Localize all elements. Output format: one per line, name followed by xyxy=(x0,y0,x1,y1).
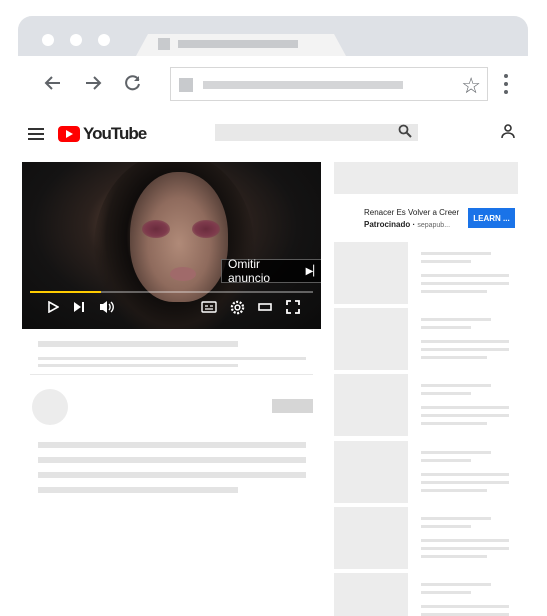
related-video-thumbnail[interactable] xyxy=(334,242,408,304)
fullscreen-icon[interactable] xyxy=(284,298,302,316)
related-video-text-placeholder xyxy=(421,517,491,520)
related-video-text-placeholder xyxy=(421,356,487,359)
address-bar[interactable]: ☆ xyxy=(170,67,488,101)
reload-button[interactable] xyxy=(122,72,144,94)
progress-fill xyxy=(30,291,101,293)
video-meta-placeholder xyxy=(38,357,306,360)
related-video-text-placeholder xyxy=(421,414,509,417)
sidebar-ad-banner[interactable] xyxy=(334,162,518,194)
tab-title-placeholder xyxy=(178,40,298,48)
subscribe-button-placeholder[interactable] xyxy=(272,399,313,413)
play-icon[interactable] xyxy=(44,298,62,316)
browser-toolbar: ☆ xyxy=(18,56,528,114)
window-minimize-dot[interactable] xyxy=(70,34,82,46)
hamburger-icon[interactable] xyxy=(28,128,44,143)
browser-window: ☆ YouTube Omitir anuncio ▶▏ Renacer Es V… xyxy=(18,16,528,616)
ad-title: Renacer Es Volver a Creer xyxy=(364,208,460,217)
description-placeholder xyxy=(38,442,306,448)
theater-icon[interactable] xyxy=(256,298,274,316)
related-video-thumbnail[interactable] xyxy=(334,573,408,616)
related-video-text-placeholder xyxy=(421,290,487,293)
related-video-text-placeholder xyxy=(421,326,471,329)
related-video-text-placeholder xyxy=(421,473,509,476)
volume-icon[interactable] xyxy=(98,298,116,316)
video-player[interactable]: Omitir anuncio ▶▏ xyxy=(22,162,321,329)
related-video-text-placeholder xyxy=(421,384,491,387)
related-video-text-placeholder xyxy=(421,348,509,351)
related-video-text-placeholder xyxy=(421,274,509,277)
related-video-text-placeholder xyxy=(421,583,491,586)
account-icon[interactable] xyxy=(500,123,516,144)
reload-icon xyxy=(125,75,140,91)
related-video-thumbnail[interactable] xyxy=(334,441,408,503)
forward-button[interactable] xyxy=(82,72,104,94)
site-icon xyxy=(179,78,193,92)
description-placeholder xyxy=(38,487,238,493)
related-video-text-placeholder xyxy=(421,406,509,409)
tab-favicon-icon xyxy=(158,38,170,50)
related-video-text-placeholder xyxy=(421,260,471,263)
browser-tab[interactable] xyxy=(136,34,346,56)
ad-domain: sepapub... xyxy=(417,222,451,229)
divider xyxy=(30,374,313,375)
skip-ad-label: Omitir anuncio xyxy=(228,257,271,285)
youtube-logo-text: YouTube xyxy=(83,124,147,143)
related-video-text-placeholder xyxy=(421,555,487,558)
related-video-text-placeholder xyxy=(421,459,471,462)
youtube-page: YouTube Omitir anuncio ▶▏ Renacer Es Vol… xyxy=(18,114,528,616)
related-video-text-placeholder xyxy=(421,282,509,285)
video-title-placeholder xyxy=(38,341,238,347)
related-video-thumbnail[interactable] xyxy=(334,507,408,569)
arrow-left-icon xyxy=(44,76,60,90)
related-video-thumbnail[interactable] xyxy=(334,308,408,370)
kebab-menu-icon[interactable] xyxy=(504,74,510,94)
learn-more-button[interactable]: LEARN ... xyxy=(468,208,515,228)
back-button[interactable] xyxy=(42,72,64,94)
video-frame-mouth xyxy=(170,267,196,281)
sidebar-ad-text[interactable]: Renacer Es Volver a Creer Patrocinado · … xyxy=(364,208,469,229)
related-video-text-placeholder xyxy=(421,489,487,492)
description-placeholder xyxy=(38,457,306,463)
star-icon[interactable]: ☆ xyxy=(461,73,481,99)
skip-next-icon: ▶▏ xyxy=(305,265,321,277)
progress-bar[interactable] xyxy=(30,291,313,293)
settings-icon[interactable] xyxy=(228,298,246,316)
youtube-header: YouTube xyxy=(18,114,528,154)
youtube-logo[interactable]: YouTube xyxy=(58,124,147,144)
related-video-text-placeholder xyxy=(421,525,471,528)
skip-ad-button[interactable]: Omitir anuncio ▶▏ xyxy=(221,257,321,285)
related-video-text-placeholder xyxy=(421,481,509,484)
window-maximize-dot[interactable] xyxy=(98,34,110,46)
related-video-text-placeholder xyxy=(421,591,471,594)
related-video-text-placeholder xyxy=(421,539,509,542)
ad-sponsored-label: Patrocinado xyxy=(364,220,411,229)
tab-strip xyxy=(18,16,528,56)
video-meta-placeholder xyxy=(38,364,238,367)
channel-avatar[interactable] xyxy=(32,389,68,425)
video-frame-eye xyxy=(142,220,170,238)
search-input[interactable] xyxy=(215,124,418,141)
url-placeholder xyxy=(203,81,403,89)
related-video-text-placeholder xyxy=(421,392,471,395)
next-icon[interactable] xyxy=(70,298,88,316)
arrow-right-icon xyxy=(86,76,102,90)
search-icon[interactable] xyxy=(398,124,412,141)
related-video-text-placeholder xyxy=(421,252,491,255)
related-video-text-placeholder xyxy=(421,451,491,454)
related-video-text-placeholder xyxy=(421,422,487,425)
related-video-text-placeholder xyxy=(421,318,491,321)
video-frame-eye xyxy=(192,220,220,238)
description-placeholder xyxy=(38,472,306,478)
video-frame-face xyxy=(130,172,228,302)
captions-icon[interactable] xyxy=(200,298,218,316)
youtube-play-logo-icon xyxy=(58,126,80,142)
related-video-text-placeholder xyxy=(421,547,509,550)
window-close-dot[interactable] xyxy=(42,34,54,46)
related-video-thumbnail[interactable] xyxy=(334,374,408,436)
ad-sponsor-line: Patrocinado · sepapub... xyxy=(364,220,451,229)
related-video-text-placeholder xyxy=(421,340,509,343)
